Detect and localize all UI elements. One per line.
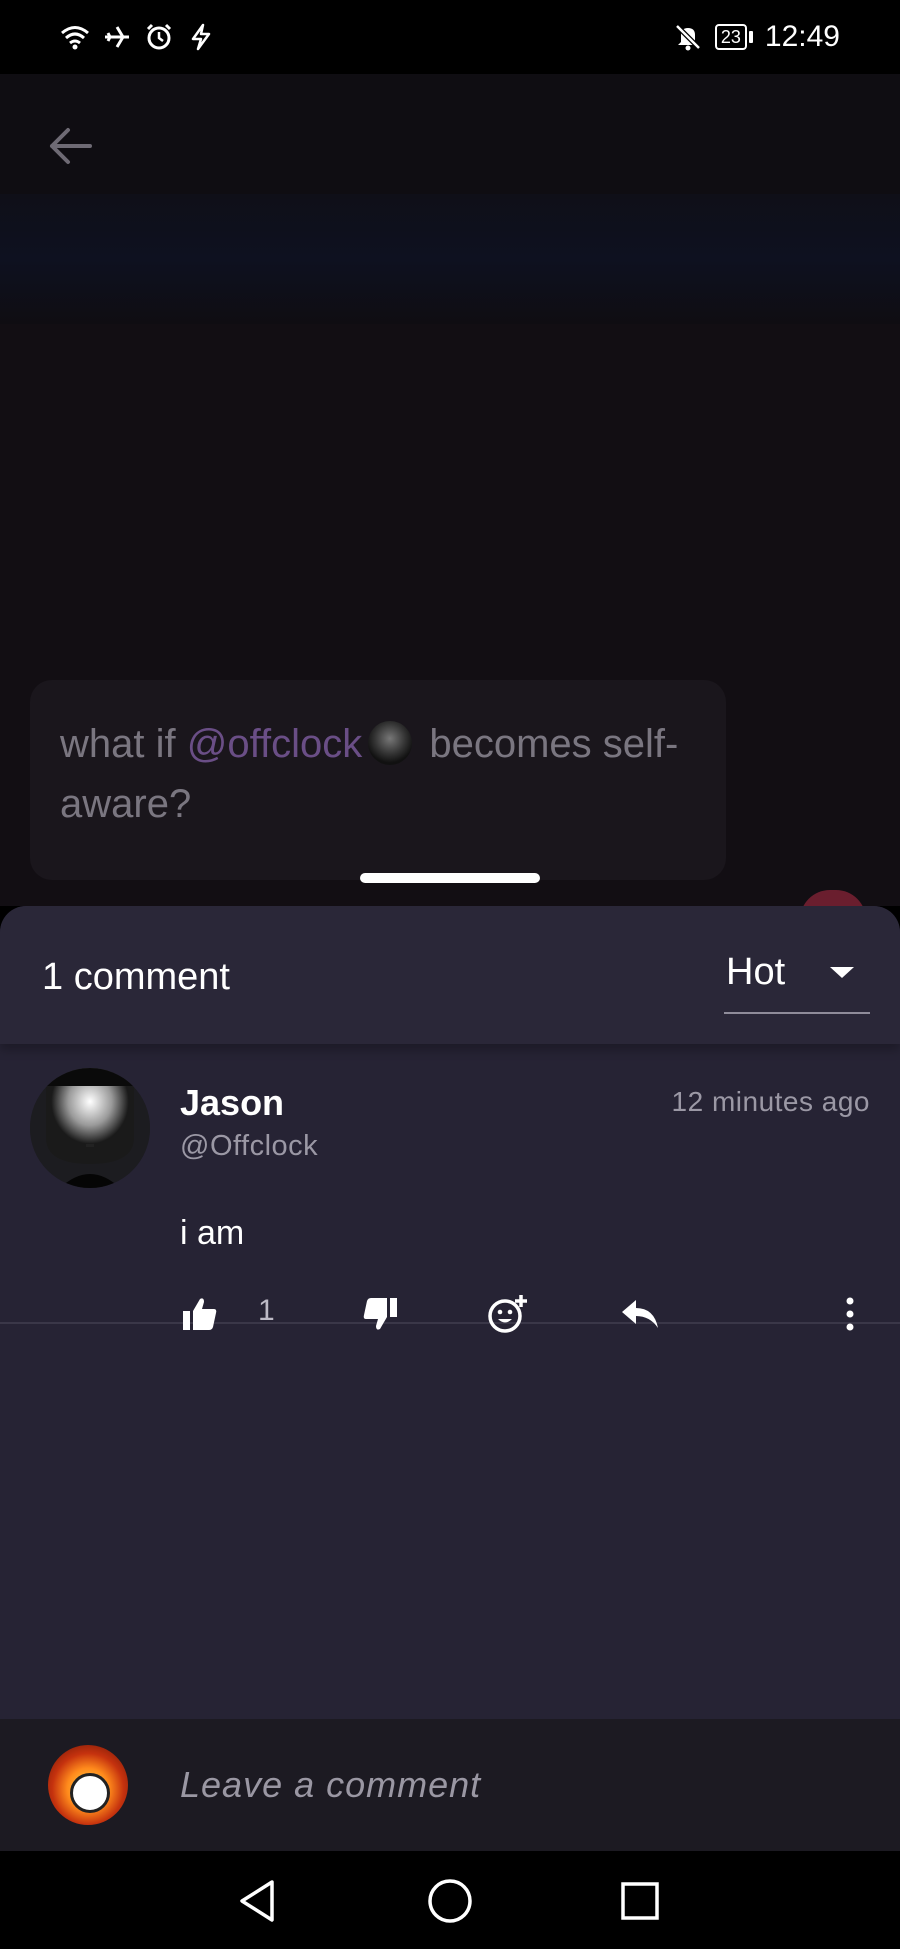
post-mention[interactable]: @offclock (187, 722, 363, 766)
comment-item: Jason @Offclock 12 minutes ago i am 1 (0, 1044, 900, 1333)
nav-recents-button[interactable] (610, 1871, 670, 1931)
comment-text: i am (180, 1214, 245, 1252)
comment-count: 1 comment (42, 956, 230, 998)
status-bar: 23 12:49 (0, 0, 900, 74)
post-bubble: what if @offclock becomes self-aware? (30, 680, 726, 880)
sort-selected: Hot (726, 950, 786, 993)
mention-avatar (368, 721, 413, 765)
bell-off-icon (673, 22, 703, 52)
thumbs-up-icon (183, 1298, 217, 1330)
more-options-button[interactable] (820, 1284, 880, 1344)
arrow-left-icon (50, 128, 92, 164)
comment-actions: 1 (0, 1284, 900, 1344)
reply-icon (622, 1300, 658, 1328)
system-nav-bar (0, 1851, 900, 1949)
bolt-icon (186, 22, 216, 52)
comments-header: 1 comment Hot (0, 906, 900, 1044)
circle-home-icon (428, 1879, 472, 1923)
square-recents-icon (621, 1882, 659, 1920)
alarm-icon (144, 22, 174, 52)
caret-down-icon (830, 966, 854, 978)
comment-handle[interactable]: @Offclock (180, 1130, 318, 1163)
avatar-face (70, 1773, 110, 1813)
nav-home-button[interactable] (420, 1871, 480, 1931)
wifi-icon (60, 22, 90, 52)
add-emoji-icon (488, 1295, 527, 1333)
add-reaction-button[interactable] (478, 1284, 538, 1344)
post-text-before: what if (60, 722, 187, 766)
triangle-back-icon (240, 1880, 274, 1922)
back-button[interactable] (40, 116, 100, 176)
comment-input[interactable] (180, 1755, 860, 1815)
current-user-avatar[interactable] (48, 1745, 128, 1825)
sort-dropdown[interactable]: Hot (724, 942, 870, 1014)
avatar[interactable] (30, 1068, 150, 1188)
sheet-drag-handle[interactable] (360, 873, 540, 883)
more-vertical-icon (846, 1297, 854, 1331)
like-button[interactable] (170, 1284, 230, 1344)
comment-author[interactable]: Jason (180, 1082, 284, 1124)
dislike-button[interactable] (350, 1284, 410, 1344)
post-text: what if @offclock becomes self-aware? (60, 714, 696, 834)
status-time: 12:49 (764, 20, 840, 53)
status-left (60, 22, 216, 52)
like-count: 1 (258, 1294, 275, 1327)
airplane-icon (102, 22, 132, 52)
nav-back-button[interactable] (228, 1871, 288, 1931)
battery-indicator: 23 (714, 24, 753, 50)
post-banner (0, 194, 900, 324)
comment-time: 12 minutes ago (671, 1086, 870, 1117)
status-right: 23 12:49 (673, 20, 840, 54)
app-header (0, 74, 900, 194)
avatar-image (30, 1068, 150, 1188)
battery-level: 23 (714, 24, 747, 50)
comment-composer (0, 1719, 900, 1851)
thumbs-down-icon (363, 1298, 397, 1330)
battery-tip (748, 31, 753, 43)
comments-sheet: 1 comment Hot Jason @Offclock 12 minutes… (0, 906, 900, 1851)
reply-button[interactable] (610, 1284, 670, 1344)
